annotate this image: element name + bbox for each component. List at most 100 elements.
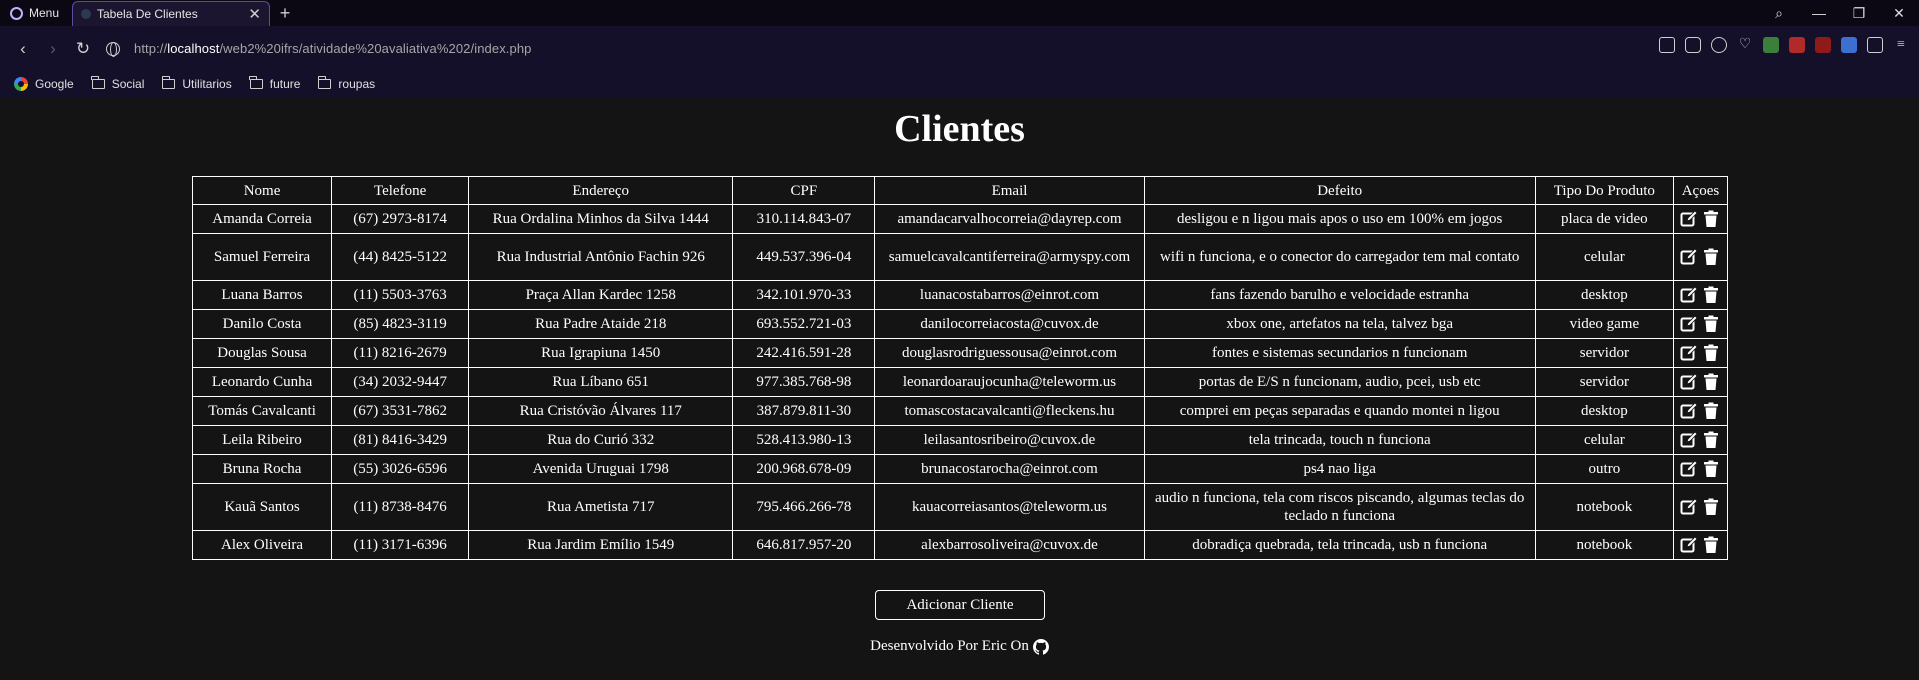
cell-telefone: (11) 5503-3763 [331, 280, 470, 310]
reload-icon[interactable]: ↻ [68, 39, 98, 59]
edit-icon[interactable] [1680, 344, 1699, 362]
ublock-icon[interactable] [1815, 37, 1831, 53]
browser-menu-button[interactable]: Menu [0, 0, 72, 26]
edit-icon[interactable] [1680, 286, 1699, 304]
github-icon[interactable] [1032, 638, 1049, 655]
cell-nome: Leila Ribeiro [191, 425, 333, 455]
forward-icon[interactable]: › [38, 39, 68, 59]
trash-icon[interactable] [1702, 498, 1720, 516]
column-header-acoes: Açoes [1672, 176, 1729, 205]
bookmark-google[interactable]: Google [14, 77, 74, 91]
translate-icon[interactable] [1841, 37, 1857, 53]
cell-acoes [1672, 309, 1729, 339]
bookmark-utilitarios[interactable]: Utilitarios [162, 76, 232, 91]
url-field[interactable]: http://localhost/web2%20ifrs/atividade%2… [134, 41, 532, 56]
trash-icon[interactable] [1702, 536, 1720, 554]
cell-endereco: Avenida Uruguai 1798 [468, 454, 734, 484]
new-tab-button[interactable]: + [270, 0, 300, 26]
cell-tipo: desktop [1534, 396, 1674, 426]
cell-tipo: placa de video [1534, 204, 1674, 234]
trash-icon[interactable] [1702, 344, 1720, 362]
extensions-menu-icon[interactable]: ≡ [1893, 37, 1909, 53]
cell-tipo: celular [1534, 233, 1674, 281]
tab-close-icon[interactable]: ✕ [248, 7, 261, 22]
cell-nome: Amanda Correia [191, 204, 333, 234]
trash-icon[interactable] [1702, 210, 1720, 228]
cell-nome: Leonardo Cunha [191, 367, 333, 397]
cell-email: tomascostacavalcanti@fleckens.hu [874, 396, 1145, 426]
table-row: Amanda Correia (67) 2973-8174 Rua Ordalina… [191, 204, 1729, 234]
edit-icon[interactable] [1680, 373, 1699, 391]
trash-icon[interactable] [1702, 286, 1720, 304]
trash-icon[interactable] [1702, 315, 1720, 333]
cell-email: leilasantosribeiro@cuvox.de [874, 425, 1145, 455]
edit-icon[interactable] [1680, 210, 1699, 228]
trash-icon[interactable] [1702, 431, 1720, 449]
url-host: localhost [167, 41, 220, 56]
cell-acoes [1672, 396, 1729, 426]
cell-email: douglasrodriguessousa@einrot.com [874, 338, 1145, 368]
browser-tab-active[interactable]: Tabela De Clientes ✕ [72, 1, 270, 26]
bookmark-social[interactable]: Social [91, 76, 144, 91]
edit-icon[interactable] [1680, 498, 1699, 516]
trash-icon[interactable] [1702, 460, 1720, 478]
blocker-icon[interactable] [1711, 37, 1727, 53]
bookmark-roupas[interactable]: roupas [318, 76, 375, 91]
cell-tipo: video game [1534, 309, 1674, 339]
cell-defeito: xbox one, artefatos na tela, talvez bga [1143, 309, 1536, 339]
back-icon[interactable]: ‹ [8, 39, 38, 59]
cell-defeito: audio n funciona, tela com riscos piscan… [1143, 483, 1536, 531]
cell-acoes [1672, 204, 1729, 234]
heart-icon[interactable]: ♡ [1737, 37, 1753, 53]
cell-nome: Tomás Cavalcanti [191, 396, 333, 426]
cell-endereco: Rua Líbano 651 [468, 367, 734, 397]
extension-red-icon[interactable] [1789, 37, 1805, 53]
edit-icon[interactable] [1680, 248, 1699, 266]
cell-telefone: (11) 8216-2679 [331, 338, 470, 368]
cell-defeito: comprei em peças separadas e quando mont… [1143, 396, 1536, 426]
add-client-button[interactable]: Adicionar Cliente [875, 590, 1045, 620]
snapshot-edit-icon[interactable] [1659, 37, 1675, 53]
cell-tipo: celular [1534, 425, 1674, 455]
folder-icon [91, 76, 105, 89]
column-header-nome: Nome [191, 176, 333, 205]
table-row: Bruna Rocha (55) 3026-6596 Avenida Uruguai… [191, 454, 1729, 484]
edit-icon[interactable] [1680, 536, 1699, 554]
camera-icon[interactable] [1685, 37, 1701, 53]
cell-cpf: 528.413.980-13 [732, 425, 876, 455]
window-controls: ⌕ — ❐ ✕ [1759, 0, 1919, 26]
cell-email: brunacostarocha@einrot.com [874, 454, 1145, 484]
edit-icon[interactable] [1680, 431, 1699, 449]
cell-email: danilocorreiacosta@cuvox.de [874, 309, 1145, 339]
cell-nome: Bruna Rocha [191, 454, 333, 484]
cube-icon[interactable] [1867, 37, 1883, 53]
cell-tipo: notebook [1534, 530, 1674, 560]
url-prefix: http:// [134, 41, 168, 56]
folder-icon [249, 76, 263, 89]
trash-icon[interactable] [1702, 402, 1720, 420]
minimize-button[interactable]: — [1799, 5, 1839, 21]
cell-telefone: (85) 4823-3119 [331, 309, 470, 339]
site-info-icon[interactable] [106, 41, 120, 57]
edit-icon[interactable] [1680, 460, 1699, 478]
close-window-button[interactable]: ✕ [1879, 5, 1919, 22]
cell-acoes [1672, 530, 1729, 560]
search-tabs-icon[interactable]: ⌕ [1759, 5, 1799, 22]
table-row: Luana Barros (11) 5503-3763 Praça Allan Ka… [191, 280, 1729, 310]
cell-telefone: (11) 3171-6396 [331, 530, 470, 560]
bookmark-future[interactable]: future [249, 76, 300, 91]
trash-icon[interactable] [1702, 373, 1720, 391]
cell-endereco: Rua Cristóvão Álvares 117 [468, 396, 734, 426]
restore-button[interactable]: ❐ [1839, 5, 1879, 22]
edit-icon[interactable] [1680, 402, 1699, 420]
cell-email: amandacarvalhocorreia@dayrep.com [874, 204, 1145, 234]
cell-endereco: Rua Igrapiuna 1450 [468, 338, 734, 368]
tab-title: Tabela De Clientes [97, 7, 198, 21]
cell-telefone: (55) 3026-6596 [331, 454, 470, 484]
extension-green-icon[interactable] [1763, 37, 1779, 53]
cell-telefone: (81) 8416-3429 [331, 425, 470, 455]
google-icon [14, 77, 28, 91]
cell-endereco: Praça Allan Kardec 1258 [468, 280, 734, 310]
edit-icon[interactable] [1680, 315, 1699, 333]
trash-icon[interactable] [1702, 248, 1720, 266]
